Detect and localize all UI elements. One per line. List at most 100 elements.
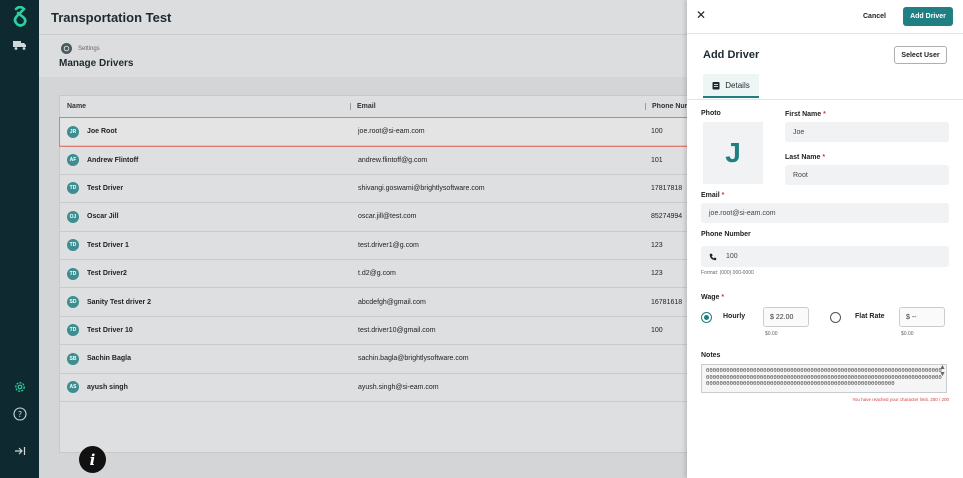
driver-name-cell: SD Sanity Test driver 2 bbox=[60, 296, 350, 309]
avatar: SD bbox=[67, 296, 79, 309]
table-row[interactable]: OJ Oscar Jill oscar.jill@test.com 85274994 bbox=[60, 203, 698, 232]
svg-text:?: ? bbox=[17, 410, 21, 419]
driver-email: abcdefgh@gmail.com bbox=[358, 298, 426, 306]
email-label: Email * bbox=[701, 192, 725, 199]
drawer-toolbar: ✕ Cancel Add Driver bbox=[687, 0, 963, 34]
avatar: TD bbox=[67, 267, 79, 280]
hourly-label: Hourly bbox=[723, 313, 746, 320]
driver-email: test.driver1@g.com bbox=[358, 241, 419, 249]
add-driver-drawer: ✕ Cancel Add Driver Add Driver Select Us… bbox=[687, 0, 963, 478]
brand-logo-icon[interactable] bbox=[0, 6, 39, 28]
char-limit-message: You have reached your character limit. 2… bbox=[852, 397, 949, 402]
avatar: SB bbox=[67, 352, 79, 365]
driver-name-cell: SB Sachin Bagla bbox=[60, 352, 350, 365]
expand-nav-icon[interactable] bbox=[0, 446, 39, 456]
hourly-rate-input[interactable]: $ 22.00 bbox=[763, 307, 809, 327]
driver-name: Andrew Flintoff bbox=[87, 156, 139, 164]
driver-name-cell: TD Test Driver 10 bbox=[60, 324, 350, 337]
driver-email: ayush.singh@si-eam.com bbox=[358, 383, 439, 391]
avatar: TD bbox=[67, 239, 79, 252]
phone-field[interactable]: 100 bbox=[701, 246, 949, 267]
phone-label: Phone Number bbox=[701, 231, 751, 238]
notes-label: Notes bbox=[701, 352, 721, 359]
phone-icon bbox=[709, 253, 717, 260]
notes-scrollbar[interactable]: ▲ ▼ bbox=[938, 364, 947, 393]
driver-photo[interactable]: J bbox=[703, 122, 763, 184]
table-row[interactable]: AS ayush singh ayush.singh@si-eam.com bbox=[60, 374, 698, 402]
page-title: Manage Drivers bbox=[59, 58, 134, 69]
driver-name: ayush singh bbox=[87, 383, 128, 391]
driver-name: Test Driver 1 bbox=[87, 241, 129, 249]
driver-email: sachin.bagla@brightlysoftware.com bbox=[358, 355, 469, 363]
flat-rate-radio[interactable] bbox=[830, 312, 841, 323]
driver-name: Test Driver 10 bbox=[87, 326, 133, 334]
flat-rate-label: Flat Rate bbox=[855, 313, 885, 320]
last-name-field[interactable]: Root bbox=[785, 165, 949, 185]
driver-name-cell: AS ayush singh bbox=[60, 381, 350, 394]
driver-email: t.d2@g.com bbox=[358, 270, 396, 278]
driver-name-cell: TD Test Driver2 bbox=[60, 267, 350, 280]
table-row[interactable]: SD Sanity Test driver 2 abcdefgh@gmail.com… bbox=[60, 288, 698, 317]
tab-details-label: Details bbox=[725, 80, 750, 90]
driver-email: andrew.flintoff@g.com bbox=[358, 156, 428, 164]
table-row[interactable]: JR Joe Root joe.root@si-eam.com 100 bbox=[59, 116, 699, 148]
breadcrumb-settings[interactable]: Settings bbox=[78, 46, 100, 52]
driver-name: Oscar Jill bbox=[87, 213, 119, 221]
photo-label: Photo bbox=[701, 110, 721, 117]
help-icon[interactable]: ? bbox=[0, 407, 39, 421]
driver-name-cell: TD Test Driver bbox=[60, 182, 350, 195]
cancel-button[interactable]: Cancel bbox=[863, 13, 886, 20]
table-row[interactable]: AF Andrew Flintoff andrew.flintoff@g.com 10… bbox=[60, 146, 698, 175]
driver-name: Test Driver2 bbox=[87, 270, 127, 278]
drivers-table: Name Email Phone Nur JR Joe Root joe.root@… bbox=[59, 95, 699, 453]
settings-gear-icon[interactable] bbox=[0, 380, 39, 394]
select-user-button[interactable]: Select User bbox=[894, 46, 947, 64]
flat-rate-input[interactable]: $ -- bbox=[899, 307, 945, 327]
table-row[interactable]: SB Sachin Bagla sachin.bagla@brightlysoftw… bbox=[60, 345, 698, 374]
table-row[interactable]: TD Test Driver 1 test.driver1@g.com 123 bbox=[60, 232, 698, 260]
truck-icon[interactable] bbox=[0, 40, 39, 50]
table-row[interactable]: TD Test Driver 10 test.driver10@gmail.com 1… bbox=[60, 317, 698, 346]
hourly-subtotal: $0.00 bbox=[765, 331, 778, 337]
driver-name: Test Driver bbox=[87, 184, 124, 192]
close-icon[interactable]: ✕ bbox=[696, 8, 706, 22]
info-button[interactable]: i bbox=[79, 446, 106, 473]
avatar: JR bbox=[67, 125, 79, 138]
first-name-field[interactable]: Joe bbox=[785, 122, 949, 142]
wage-label: Wage * bbox=[701, 294, 725, 301]
drawer-title: Add Driver bbox=[703, 49, 760, 61]
flat-rate-subtotal: $0.00 bbox=[901, 331, 914, 337]
driver-name-cell: TD Test Driver 1 bbox=[60, 239, 350, 252]
driver-email: test.driver10@gmail.com bbox=[358, 326, 436, 334]
avatar: OJ bbox=[67, 210, 79, 223]
column-header-name[interactable]: Name bbox=[60, 103, 350, 110]
notes-textarea[interactable]: 0000000000000000000000000000000000000000… bbox=[701, 364, 947, 393]
driver-name: Sanity Test driver 2 bbox=[87, 298, 152, 306]
scroll-up-icon[interactable]: ▲ bbox=[939, 364, 946, 371]
app-title: Transportation Test bbox=[51, 10, 172, 25]
left-nav-rail: ? bbox=[0, 0, 39, 478]
scroll-down-icon[interactable]: ▼ bbox=[939, 371, 946, 378]
tab-details[interactable]: Details bbox=[703, 74, 759, 98]
clipboard-icon bbox=[712, 81, 720, 89]
column-header-email[interactable]: Email bbox=[350, 103, 645, 110]
driver-email: oscar.jill@test.com bbox=[358, 213, 417, 221]
tab-divider bbox=[687, 99, 963, 100]
hourly-radio[interactable] bbox=[701, 312, 712, 323]
avatar: TD bbox=[67, 324, 79, 337]
table-row[interactable]: TD Test Driver2 t.d2@g.com 123 bbox=[60, 260, 698, 289]
table-row[interactable]: TD Test Driver shivangi.goswami@brightlyso… bbox=[60, 175, 698, 204]
driver-email: joe.root@si-eam.com bbox=[358, 128, 425, 136]
phone-format-hint: Format: (000) 000-0000 bbox=[701, 270, 754, 276]
email-field[interactable]: joe.root@si-eam.com bbox=[701, 203, 949, 223]
add-driver-button[interactable]: Add Driver bbox=[903, 7, 953, 26]
breadcrumb[interactable]: Settings bbox=[61, 43, 100, 54]
avatar: AF bbox=[67, 154, 79, 167]
driver-name-cell: AF Andrew Flintoff bbox=[60, 154, 350, 167]
first-name-label: First Name * bbox=[785, 111, 826, 118]
driver-name: Joe Root bbox=[87, 128, 117, 136]
settings-icon bbox=[61, 43, 72, 54]
driver-name: Sachin Bagla bbox=[87, 355, 131, 363]
driver-name-cell: JR Joe Root bbox=[60, 125, 350, 138]
driver-email: shivangi.goswami@brightlysoftware.com bbox=[358, 184, 485, 192]
